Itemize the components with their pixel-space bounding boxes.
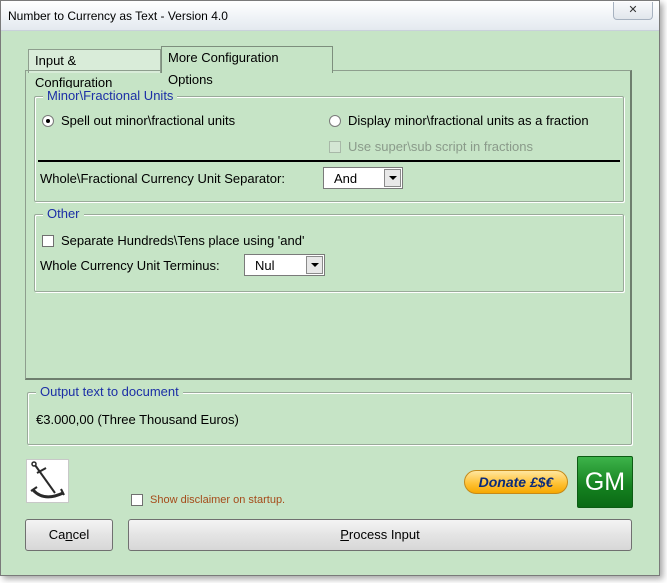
terminus-dropdown-button[interactable]	[306, 256, 323, 274]
output-legend: Output text to document	[36, 384, 183, 400]
separator-value: And	[334, 170, 358, 186]
terminus-value: Nul	[255, 257, 275, 273]
cancel-label-part: cel	[72, 527, 90, 542]
disclaimer-option[interactable]: Show disclaimer on startup.	[131, 494, 285, 506]
output-text: €3.000,00 (Three Thousand Euros)	[36, 412, 239, 427]
other-group: Other Separate Hundreds\Tens place using…	[34, 206, 624, 292]
fraction-radio[interactable]	[329, 114, 341, 127]
anchor-icon	[30, 461, 65, 499]
process-input-button[interactable]: Process Input	[128, 519, 632, 551]
disclaimer-checkbox[interactable]	[131, 494, 143, 506]
output-group: Output text to document €3.000,00 (Three…	[27, 384, 632, 445]
process-label-part: rocess Input	[348, 527, 420, 542]
separator-dropdown-button[interactable]	[384, 169, 401, 187]
separator-line	[38, 160, 620, 162]
gm-button[interactable]: GM	[577, 456, 633, 508]
process-label-accelerator: P	[340, 527, 349, 542]
close-button[interactable]: ✕	[613, 2, 653, 20]
hundreds-tens-label: Separate Hundreds\Tens place using 'and'	[61, 233, 305, 248]
anchor-logo	[26, 459, 69, 503]
donate-button[interactable]: Donate £$€	[464, 470, 568, 494]
hundreds-tens-option[interactable]: Separate Hundreds\Tens place using 'and'	[42, 233, 304, 248]
fraction-option[interactable]: Display minor\fractional units as a frac…	[329, 113, 589, 128]
hundreds-tens-checkbox[interactable]	[42, 234, 54, 247]
superscript-checkbox[interactable]	[329, 140, 341, 153]
minor-units-group: Minor\Fractional Units Spell out minor\f…	[34, 88, 624, 202]
close-icon: ✕	[628, 4, 638, 16]
separator-label: Whole\Fractional Currency Unit Separator…	[40, 171, 285, 186]
tab-more-configuration[interactable]: More Configuration Options	[161, 46, 333, 87]
dialog-window: Number to Currency as Text - Version 4.0…	[0, 0, 660, 576]
terminus-label: Whole Currency Unit Terminus:	[40, 258, 220, 273]
cancel-label-accelerator: n	[65, 527, 73, 542]
fraction-label: Display minor\fractional units as a frac…	[348, 113, 589, 128]
minor-units-legend: Minor\Fractional Units	[43, 88, 178, 104]
cancel-label-part: Ca	[48, 527, 66, 542]
spell-out-option[interactable]: Spell out minor\fractional units	[42, 113, 235, 128]
chevron-down-icon	[310, 263, 319, 267]
other-legend: Other	[43, 206, 84, 222]
title-bar[interactable]: Number to Currency as Text - Version 4.0…	[1, 1, 659, 31]
separator-select[interactable]: And	[323, 167, 403, 189]
disclaimer-label: Show disclaimer on startup.	[150, 494, 286, 506]
superscript-label: Use super\sub script in fractions	[348, 139, 533, 154]
donate-label: Donate £$€	[478, 474, 554, 490]
terminus-select[interactable]: Nul	[244, 254, 325, 276]
window-title: Number to Currency as Text - Version 4.0	[8, 9, 228, 23]
chevron-down-icon	[388, 176, 397, 180]
gm-label: GM	[584, 468, 626, 496]
tab-panel-more-configuration: Minor\Fractional Units Spell out minor\f…	[25, 70, 632, 380]
spell-out-label: Spell out minor\fractional units	[61, 113, 236, 128]
process-input-label: Process Input	[340, 527, 420, 542]
cancel-button[interactable]: Cancel	[25, 519, 113, 551]
superscript-option[interactable]: Use super\sub script in fractions	[329, 139, 533, 154]
spell-out-radio[interactable]	[42, 114, 54, 127]
cancel-label: Cancel	[49, 527, 89, 542]
